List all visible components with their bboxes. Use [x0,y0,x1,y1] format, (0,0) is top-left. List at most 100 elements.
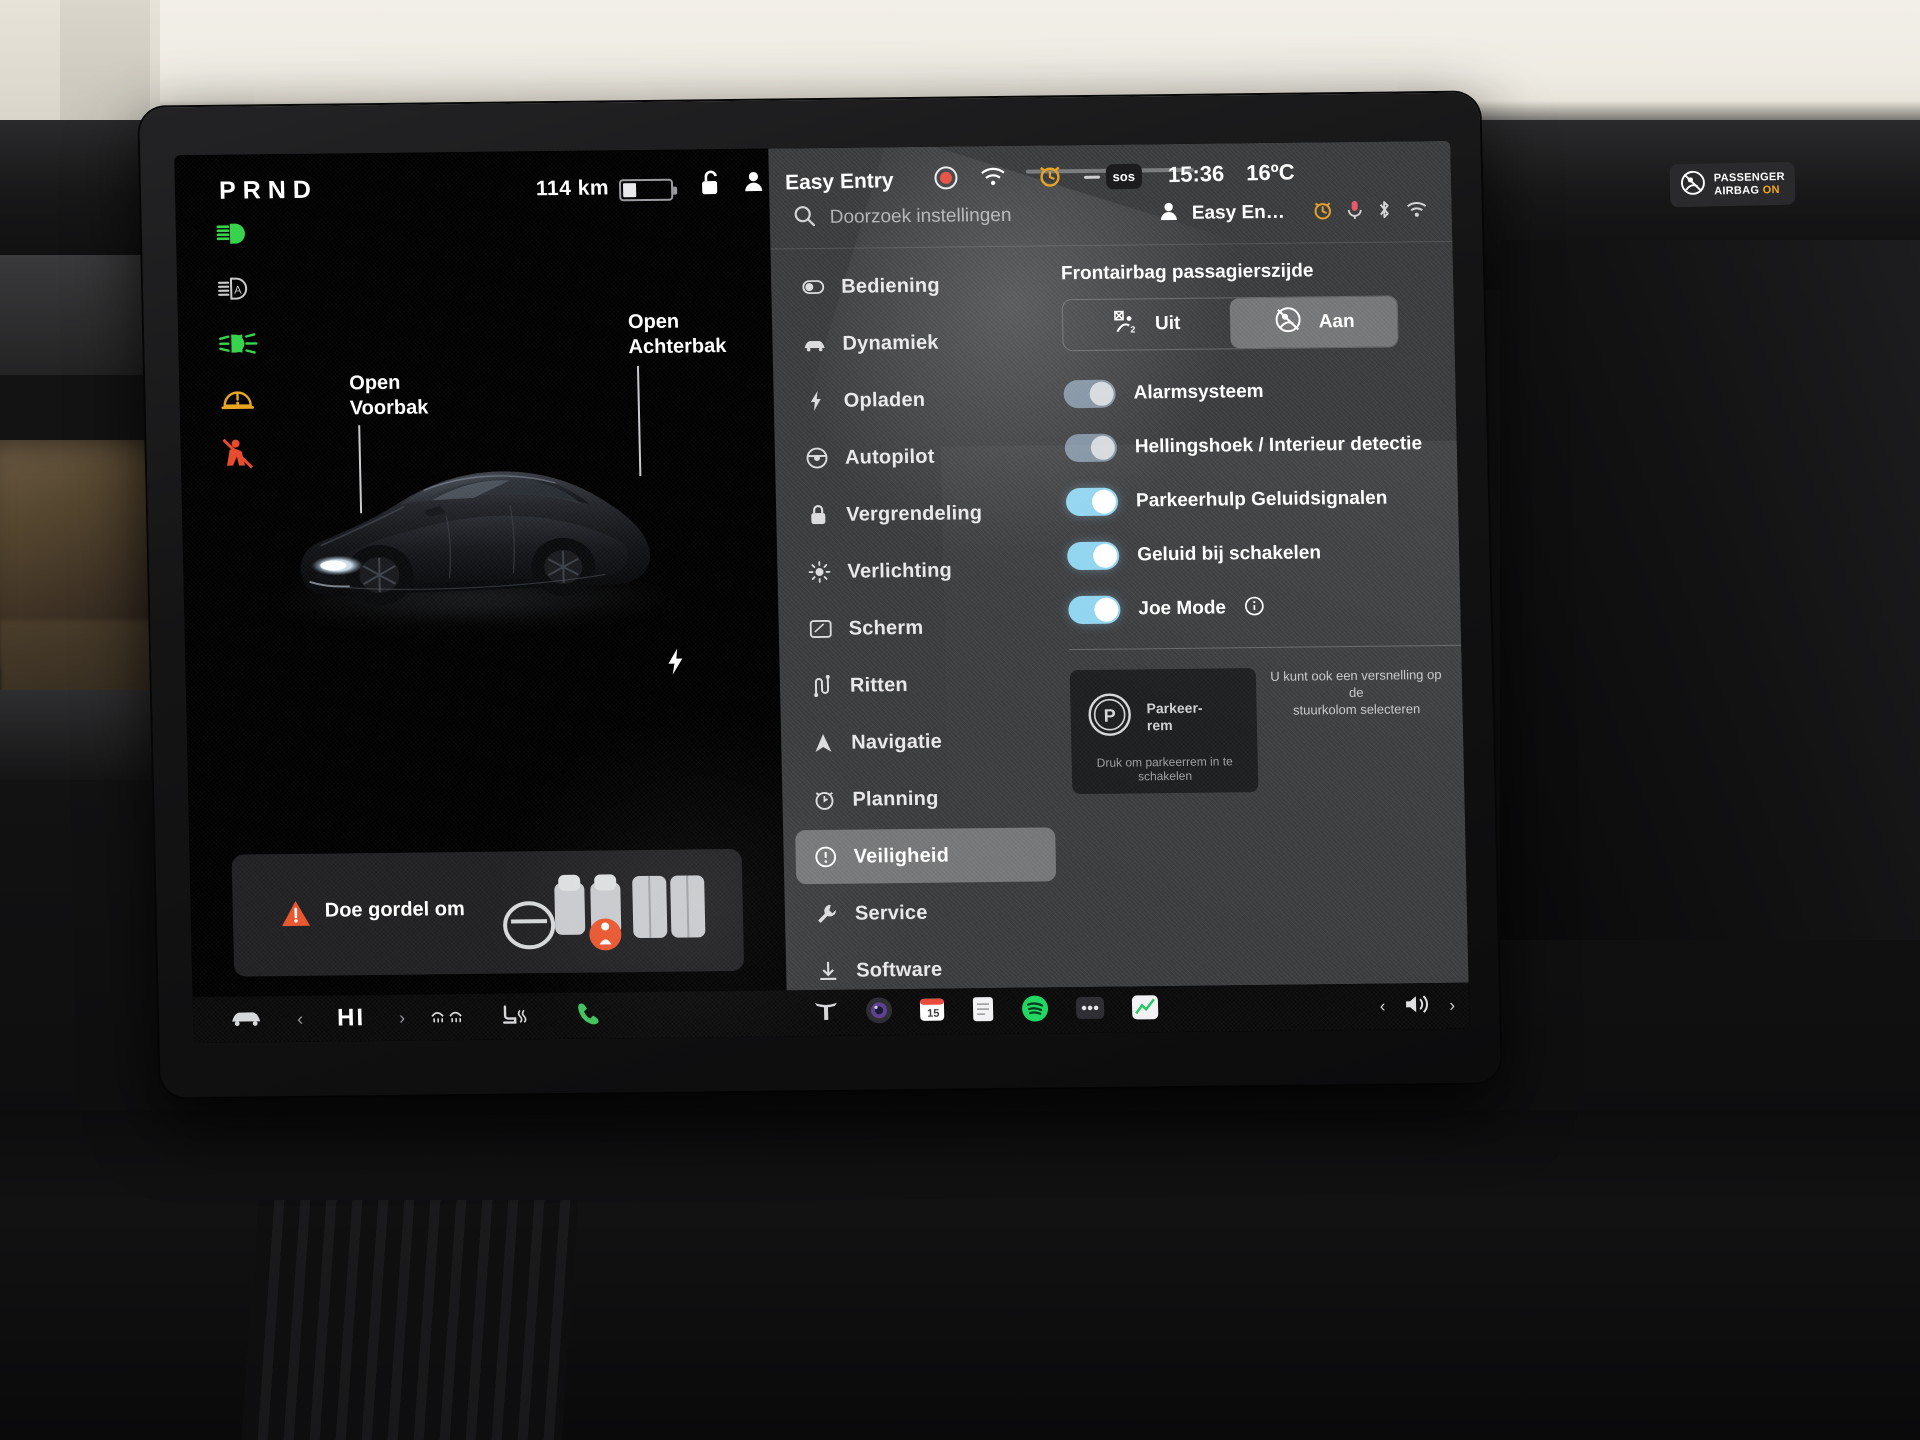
settings-nav-item-verlichting[interactable]: Verlichting [789,542,1050,599]
settings-content-area[interactable]: Frontairbag passagierszijde 2 Uit Aan Al… [1061,259,1470,795]
spotify-icon[interactable] [1021,994,1050,1027]
charge-port-bolt-icon [665,648,686,683]
rear-trunk-callout[interactable]: Open Achterbak [628,309,727,360]
seatbelt-warning-card[interactable]: Doe gordel om [231,848,745,977]
media-volume-controls[interactable]: ‹ › [1379,983,1455,1030]
defrost-icon[interactable] [429,1007,465,1028]
calendar-icon[interactable]: 15 [919,996,946,1027]
vehicle-render-stage[interactable]: Open Voorbak Open Achterbak [179,311,783,826]
status-time: 15:36 [1167,160,1225,188]
settings-nav-item-vergrendeling[interactable]: Vergrendeling [788,485,1049,542]
speaker-icon[interactable] [1403,993,1432,1020]
sos-label[interactable]: sos [1105,163,1143,189]
passenger-airbag-status-badge[interactable]: PASSENGER AIRBAG ON [1669,161,1796,208]
energy-chart-icon[interactable] [1131,994,1160,1025]
settings-nav-item-label: Dynamiek [842,331,939,355]
airbag-option-aan[interactable]: Aan [1229,296,1398,349]
camera-icon[interactable] [865,996,894,1029]
toggle-label: Alarmsysteem [1133,380,1264,404]
toggle-row[interactable]: Parkeerhulp Geluidsignalen [1065,471,1446,529]
status-profile-name[interactable]: Easy Entry [785,169,894,195]
tesla-logo-icon[interactable] [813,999,840,1026]
settings-nav-item-bediening[interactable]: Bediening [783,257,1044,314]
toggle-switch[interactable] [1064,433,1118,463]
settings-nav-item-dynamiek[interactable]: Dynamiek [784,314,1045,371]
info-circle-icon[interactable] [1244,595,1265,620]
toggle-row[interactable]: Geluid bij schakelen [1066,525,1448,583]
settings-nav-item-planning[interactable]: Planning [794,770,1055,827]
search-icon [793,205,816,232]
settings-nav-item-opladen[interactable]: Opladen [785,371,1046,428]
gear-selector-hint: U kunt ook een versnelling op de stuurko… [1266,666,1447,719]
status-alarm-clock-icon[interactable] [1037,163,1062,193]
front-trunk-callout-line2: Voorbak [349,396,429,420]
seat-heater-icon[interactable] [499,1002,530,1031]
parking-brake-note: Druk om parkeerrem in te schakelen [1096,754,1233,784]
fan-speed-label[interactable]: HI [337,1004,366,1032]
alarm-clock-icon[interactable] [1312,200,1333,225]
svg-text:P: P [1103,706,1115,726]
car-front-icon[interactable] [229,1007,264,1032]
settings-nav-item-label: Service [854,901,928,925]
tesla-touchscreen[interactable]: PRND 114 km A Open Voorbak Open Achterba… [174,140,1470,1044]
toggle-switch[interactable] [1065,487,1119,517]
person-icon [1160,202,1179,226]
toggle-switch[interactable] [1066,541,1120,571]
toggle-row[interactable]: Joe Mode [1068,579,1449,637]
chevron-left-icon[interactable]: ‹ [1380,997,1386,1017]
settings-nav-item-scherm[interactable]: Scherm [790,599,1051,656]
temp-decrease-button[interactable]: ‹ [297,1008,303,1029]
front-trunk-callout[interactable]: Open Voorbak [349,370,429,421]
toggle-row[interactable]: Hellingshoek / Interieur detectie [1064,417,1445,475]
status-person-icon[interactable] [744,171,764,197]
bluetooth-icon[interactable] [1376,199,1392,224]
settings-nav-list[interactable]: Bediening Dynamiek Opladen Autopilot Vergren… [783,257,1059,1001]
toggle-switch[interactable] [1063,379,1116,409]
sos-button[interactable]: sos [1083,163,1143,189]
airbag-option-uit[interactable]: 2 Uit [1063,298,1231,350]
notes-icon[interactable] [971,996,996,1027]
safety-toggle-list[interactable]: Alarmsysteem Hellingshoek / Interieur det… [1063,363,1449,637]
settings-nav-item-autopilot[interactable]: Autopilot [786,428,1047,485]
phone-icon[interactable] [575,1000,602,1031]
airbag-option-uit-label: Uit [1154,312,1181,335]
settings-nav-item-label: Vergrendeling [846,501,983,526]
settings-nav-item-service[interactable]: Service [796,884,1057,941]
chevron-right-icon[interactable]: › [1449,996,1455,1016]
microphone-icon[interactable] [1346,199,1363,224]
exclamation-circle-icon [813,846,837,868]
steering-wheel-icon [805,447,829,469]
svg-text:A: A [234,285,242,297]
toggle-label: Hellingshoek / Interieur detectie [1134,433,1423,458]
settings-nav-item-label: Ritten [849,673,909,697]
settings-nav-item-ritten[interactable]: Ritten [791,656,1052,713]
auto-high-beam-icon: A [217,271,262,305]
settings-nav-item-veiligheid[interactable]: Veiligheid [795,827,1057,885]
app-dock[interactable]: 15 ‹ › [786,982,1470,1037]
more-dots-icon[interactable] [1075,994,1106,1025]
temp-increase-button[interactable]: › [399,1007,405,1028]
gear-indicator: PRND [218,175,319,205]
airbag-badge-line2b: ON [1762,183,1780,196]
touchscreen-bezel: PRND 114 km A Open Voorbak Open Achterba… [139,92,1501,1098]
parking-brake-card[interactable]: P Parkeer- rem Druk om parkeerrem in te … [1069,668,1259,795]
toggle-switch[interactable] [1068,595,1121,625]
settings-panel[interactable]: Doorzoek instellingen Easy En… Bediening… [768,140,1470,991]
profile-name-label[interactable]: Easy En… [1192,202,1285,225]
dashboard-right [1500,240,1920,940]
status-wifi-icon[interactable] [979,166,1006,192]
passenger-airbag-segmented-control[interactable]: 2 Uit Aan [1061,295,1399,352]
unlock-icon[interactable] [700,169,723,200]
climate-control-bar[interactable]: ‹ HI › [192,990,788,1044]
rear-trunk-callout-line1: Open [627,310,680,334]
front-trunk-callout-line1: Open [349,371,401,395]
search-input[interactable]: Doorzoek instellingen [830,203,1147,229]
seatbelt-warning-text: Doe gordel om [324,898,466,922]
battery-icon [618,178,674,202]
record-dot-icon[interactable] [933,165,958,195]
toggle-row[interactable]: Alarmsysteem [1063,363,1444,421]
seat-occupancy-diagram [500,857,732,968]
toggle-label: Joe Mode [1138,597,1227,620]
wifi-icon[interactable] [1406,200,1429,223]
settings-nav-item-navigatie[interactable]: Navigatie [793,713,1054,770]
